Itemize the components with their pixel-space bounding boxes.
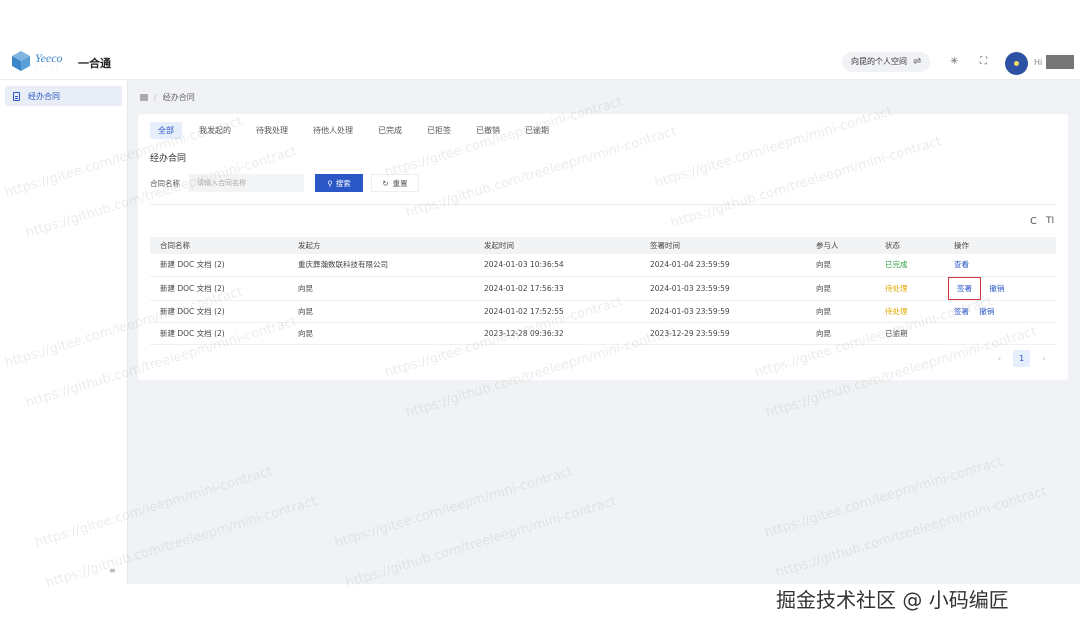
col-initiator: 发起方: [288, 237, 474, 254]
table-row: 新建 DOC 文档 (2) 向昆 2024-01-02 17:56:33 202…: [150, 276, 1056, 301]
top-bar: Yeeco · · · · · 一合通 向昆的个人空间 ⇌ ✳ ⛶ Hi: [0, 44, 1080, 80]
prev-page-icon[interactable]: ‹: [998, 354, 1001, 363]
space-switcher[interactable]: 向昆的个人空间 ⇌: [842, 52, 931, 72]
table-row: 新建 DOC 文档 (2) 向昆 2024-01-02 17:52:55 202…: [150, 300, 1056, 323]
search-icon: ⚲: [327, 178, 333, 188]
col-actions: 操作: [944, 237, 1056, 254]
logo-brand: Yeeco: [35, 51, 63, 65]
tab-rejected[interactable]: 已拒签: [419, 122, 459, 139]
revoke-link[interactable]: 撤销: [989, 283, 1004, 294]
tab-initiated-by-me[interactable]: 我发起的: [191, 122, 239, 139]
logo: Yeeco · · · · ·: [10, 50, 63, 72]
avatar[interactable]: [1005, 52, 1028, 75]
cell-actions: [944, 322, 1056, 345]
reset-icon: ↻: [382, 178, 389, 188]
cell-actions: 签署 撤销: [944, 300, 1056, 323]
space-label: 向昆的个人空间: [851, 57, 907, 66]
cell-sign: 2023-12-29 23:59:59: [640, 322, 806, 345]
revoke-link[interactable]: 撤销: [979, 306, 994, 317]
breadcrumb-current: 经办合同: [162, 93, 195, 102]
fullscreen-icon[interactable]: ⛶: [980, 56, 987, 67]
next-page-icon[interactable]: ›: [1042, 354, 1045, 363]
tab-all[interactable]: 全部: [150, 122, 182, 139]
cell-initiator: 向昆: [288, 300, 474, 323]
cell-start: 2024-01-02 17:56:33: [474, 276, 640, 301]
cell-actions: 签署 撤销: [944, 276, 1056, 301]
cell-start: 2023-12-28 09:36:32: [474, 322, 640, 345]
main-content: / 经办合同 全部 我发起的 待我处理 待他人处理 已完成 已拒签 已撤销 已逾…: [128, 80, 1080, 584]
greeting: Hi: [1034, 58, 1043, 67]
status-badge: 已逾期: [875, 322, 944, 345]
app-root: Yeeco · · · · · 一合通 向昆的个人空间 ⇌ ✳ ⛶ Hi 经办合…: [0, 0, 1080, 630]
density-icon[interactable]: TI: [1046, 216, 1054, 226]
username-redacted: [1046, 55, 1074, 69]
tab-revoked[interactable]: 已撤销: [468, 122, 508, 139]
status-badge: 待处理: [875, 276, 944, 301]
table-header-row: 合同名称 发起方 发起时间 签署时间 参与人 状态 操作: [150, 237, 1056, 254]
contracts-card: 全部 我发起的 待我处理 待他人处理 已完成 已拒签 已撤销 已逾期 经办合同 …: [138, 114, 1068, 380]
search-button-label: 搜索: [335, 178, 351, 188]
search-button[interactable]: ⚲ 搜索: [315, 174, 363, 192]
status-badge: 待处理: [875, 300, 944, 323]
view-link[interactable]: 查看: [954, 259, 969, 270]
reset-button-label: 重置: [392, 178, 408, 188]
sidebar-item-contracts[interactable]: 经办合同: [5, 86, 122, 106]
cell-participant: 向昆: [806, 322, 875, 345]
sign-link[interactable]: 签署: [948, 276, 981, 300]
tab-pending-others[interactable]: 待他人处理: [305, 122, 361, 139]
status-badge: 已完成: [875, 254, 944, 277]
cell-name: 新建 DOC 文档 (2): [150, 276, 288, 301]
cell-initiator: 重庆葬瀚数联科技有限公司: [288, 254, 474, 277]
cell-sign: 2024-01-04 23:59:59: [640, 254, 806, 277]
sidebar: 经办合同 ≡: [0, 80, 128, 584]
filter-tabs: 全部 我发起的 待我处理 待他人处理 已完成 已拒签 已撤销 已逾期: [150, 122, 566, 139]
cell-start: 2024-01-03 10:36:54: [474, 254, 640, 277]
col-status: 状态: [875, 237, 944, 254]
cell-name: 新建 DOC 文档 (2): [150, 322, 288, 345]
col-start-time: 发起时间: [474, 237, 640, 254]
cube-logo-icon: [12, 51, 30, 71]
footer-watermark: 掘金技术社区 @ 小码编匠: [776, 588, 1009, 612]
contract-name-input[interactable]: [189, 174, 304, 192]
sidebar-item-label: 经办合同: [28, 91, 60, 101]
cell-name: 新建 DOC 文档 (2): [150, 300, 288, 323]
tab-completed[interactable]: 已完成: [370, 122, 410, 139]
table-row: 新建 DOC 文档 (2) 重庆葬瀚数联科技有限公司 2024-01-03 10…: [150, 254, 1056, 277]
switch-icon: ⇌: [913, 56, 922, 67]
breadcrumb: / 经办合同: [140, 92, 195, 103]
cell-participant: 向昆: [806, 254, 875, 277]
home-icon[interactable]: [140, 94, 148, 101]
cell-initiator: 向昆: [288, 322, 474, 345]
document-icon: [13, 91, 20, 101]
search-label: 合同名称: [150, 178, 180, 188]
tab-expired[interactable]: 已逾期: [517, 122, 557, 139]
cell-initiator: 向昆: [288, 276, 474, 301]
divider: [150, 204, 1056, 205]
cell-sign: 2024-01-03 23:59:59: [640, 300, 806, 323]
contracts-table: 合同名称 发起方 发起时间 签署时间 参与人 状态 操作 新建 DOC 文档 (…: [150, 237, 1056, 345]
cell-participant: 向昆: [806, 276, 875, 301]
app-title: 一合通: [78, 57, 111, 70]
sign-link[interactable]: 签署: [954, 306, 969, 317]
page-number-current[interactable]: 1: [1013, 350, 1031, 367]
refresh-icon[interactable]: C: [1030, 216, 1037, 227]
search-form: 合同名称 ⚲ 搜索 ↻ 重置: [150, 174, 419, 192]
section-title: 经办合同: [150, 154, 187, 164]
collapse-sidebar-icon[interactable]: ≡: [109, 566, 116, 575]
logo-subtitle: · · · · ·: [35, 64, 59, 70]
cell-start: 2024-01-02 17:52:55: [474, 300, 640, 323]
reset-button[interactable]: ↻ 重置: [371, 174, 419, 192]
theme-icon[interactable]: ✳: [950, 56, 958, 67]
col-contract-name: 合同名称: [150, 237, 288, 254]
tab-pending-me[interactable]: 待我处理: [248, 122, 296, 139]
col-participant: 参与人: [806, 237, 875, 254]
cell-actions: 查看: [944, 254, 1056, 277]
table-row: 新建 DOC 文档 (2) 向昆 2023-12-28 09:36:32 202…: [150, 322, 1056, 345]
pagination: ‹ 1 ›: [998, 350, 1045, 367]
cell-sign: 2024-01-03 23:59:59: [640, 276, 806, 301]
cell-participant: 向昆: [806, 300, 875, 323]
col-sign-time: 签署时间: [640, 237, 806, 254]
breadcrumb-separator: /: [154, 93, 157, 102]
cell-name: 新建 DOC 文档 (2): [150, 254, 288, 277]
